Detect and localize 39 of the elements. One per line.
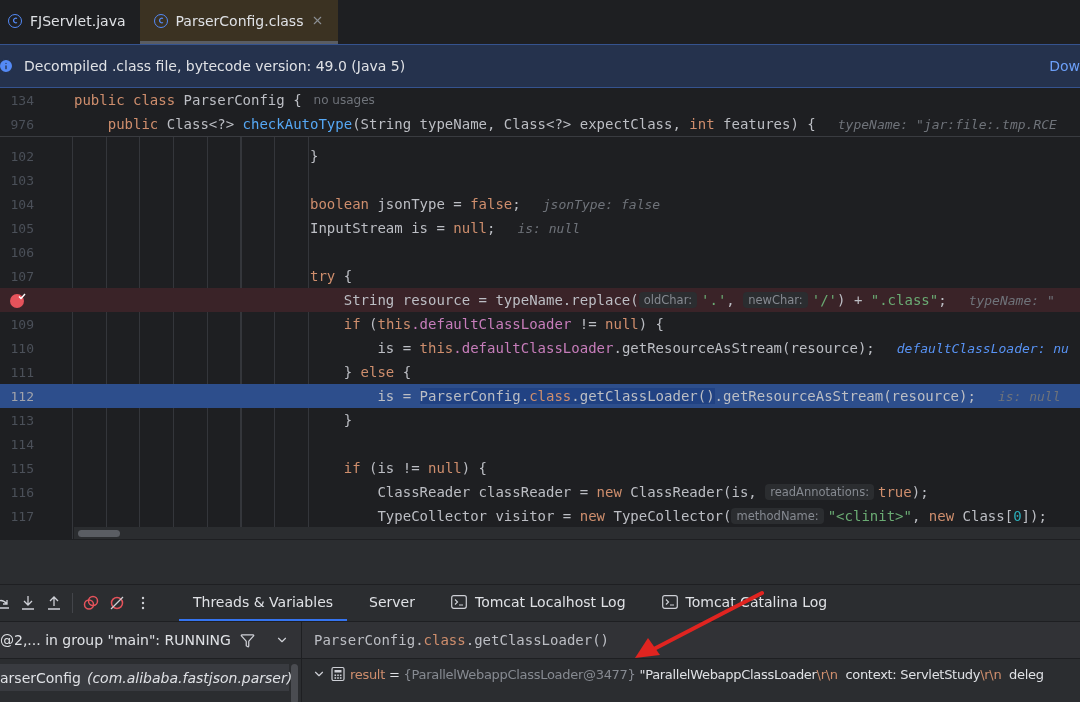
code-line: InputStream is = null; is: null [309,219,581,238]
editor-tab[interactable]: ParserConfig.class [139,0,339,44]
code-line: try { [309,267,353,286]
code-line: is = this.defaultClassLoader.getResourceAsStream(resource); defaultClassLoader: nu [376,339,1069,358]
code-line: is = ParserConfig.class.getClassLoader().getResourceAsStream(resource); is: null [376,387,1061,406]
variable-type: {ParallelWebappClassLoader@3477} [403,666,636,682]
code-line: ClassReader classReader = new ClassReader(is, readAnnotations: true); [376,483,929,502]
evaluated-expression: ParserConfig.class.getClassLoader() [314,632,610,648]
terminal-icon [661,595,678,609]
editor-tab[interactable]: FJServlet.java [0,0,140,44]
code-line: TypeCollector visitor = new TypeCollector( methodName: "<clinit>", new Class[0]); [376,507,1047,526]
breakpoints-icon[interactable] [83,595,99,611]
code-line: public class ParserConfig { no usages [74,91,375,110]
code-line: boolean jsonType = false; jsonType: false [309,195,661,214]
variable-name: result [350,666,385,682]
filter-icon[interactable] [240,632,255,648]
download-link[interactable]: Dow [1049,58,1080,74]
horizontal-scrollbar[interactable] [74,527,1080,539]
code-line: } [309,147,319,166]
calculator-icon [330,666,346,682]
banner-text: Decompiled .class file, bytecode version: 49.0 (Java 5) [24,58,407,74]
line-number: 112 [10,388,34,404]
terminal-icon [450,595,467,609]
debug-tab[interactable]: Tomcat Localhost Log [436,585,640,621]
vertical-scrollbar[interactable] [291,664,298,702]
code-line: public Class<?> checkAutoType(String typeName, Class<?> expectClass, int features) { typeName: "jar:file:.tmp.RCE [106,115,1057,134]
mute-breakpoints-icon[interactable] [109,595,125,611]
step-out-icon[interactable] [46,595,62,611]
breakpoint-icon[interactable] [9,291,26,309]
variable-value: "ParallelWebappClassLoader\r\n context: ServletStudy\r\n deleg [639,666,1044,682]
code-line: } else { [342,363,412,382]
code-line: if (this.defaultClassLoader != null) { [342,315,665,334]
stack-frame[interactable]: arserConfig (com.alibaba.fastjson.parser) [0,664,289,691]
code-line: } [342,411,353,430]
step-into-icon[interactable] [20,595,36,611]
debug-tab[interactable]: Server [355,585,429,621]
code-line: String resource = typeName.replace( oldChar: '.', newChar: '/') + ".class"; typeName: " [342,291,1055,310]
equals-sign: = [389,666,400,682]
code-line: if (is != null) { [342,459,488,478]
